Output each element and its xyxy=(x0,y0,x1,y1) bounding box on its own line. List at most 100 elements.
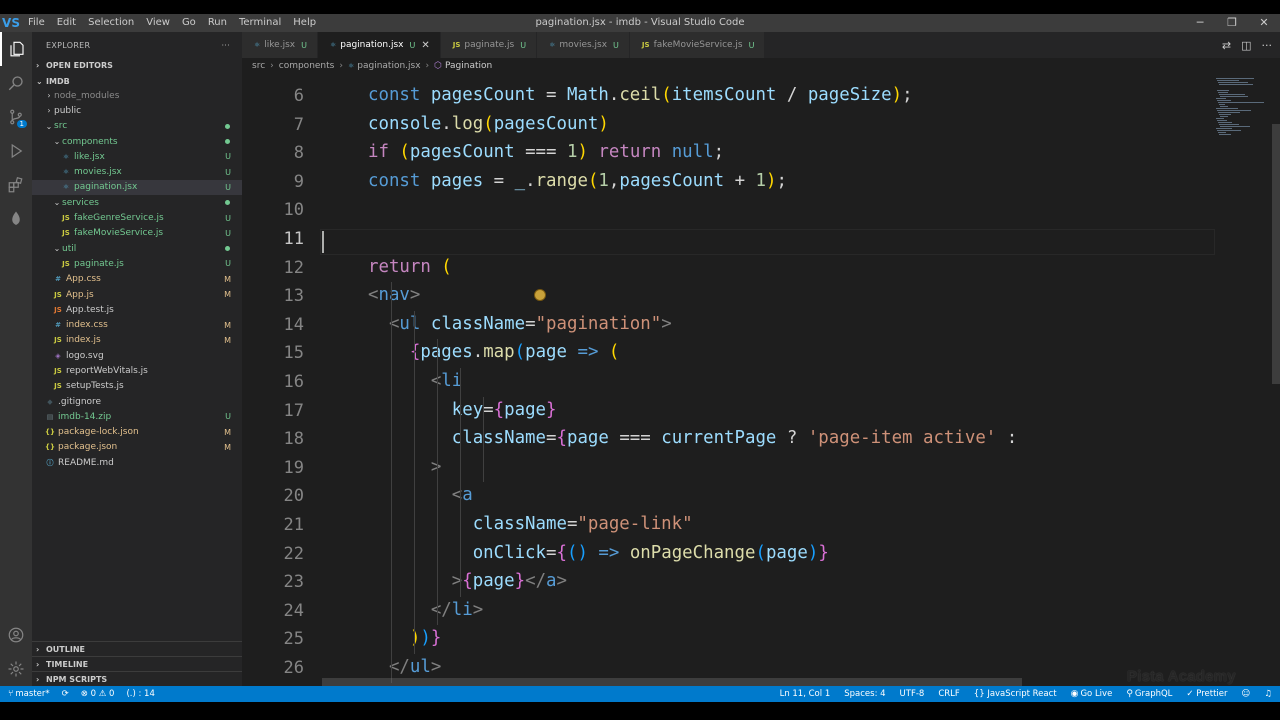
code-editor[interactable]: 6 7 8 9 10 11 12 13 14 15 16 17 18 19 20 21 22 23 24 25 26 c… xyxy=(242,74,1280,686)
code-line[interactable]: <li xyxy=(368,371,462,391)
language-mode[interactable]: {} JavaScript React xyxy=(974,689,1057,699)
prettier-status[interactable]: ✓ Prettier xyxy=(1186,689,1227,699)
minimize-button[interactable]: ─ xyxy=(1184,14,1216,32)
tab-fakemovieservice-js[interactable]: JS fakeMovieService.js U xyxy=(629,32,766,58)
menu-file[interactable]: File xyxy=(22,14,51,32)
minimap[interactable] xyxy=(1210,74,1266,686)
code-line[interactable]: className={page === currentPage ? 'page-… xyxy=(368,428,1017,448)
extensions-icon[interactable] xyxy=(0,168,32,202)
restore-button[interactable]: ❐ xyxy=(1216,14,1248,32)
manage-gear-icon[interactable] xyxy=(0,652,32,686)
tree-item-pagination-jsx[interactable]: ⚛ pagination.jsx U xyxy=(32,179,242,196)
notifications-bell-icon[interactable]: ♫ xyxy=(1264,689,1272,699)
tab-pagination-jsx[interactable]: ⚛ pagination.jsx U ✕ xyxy=(317,32,441,58)
outline-section[interactable]: › OUTLINE xyxy=(32,641,242,656)
selection-status[interactable]: (.) : 14 xyxy=(126,689,154,699)
code-line[interactable]: console.log(pagesCount) xyxy=(368,114,609,134)
menu-edit[interactable]: Edit xyxy=(51,14,82,32)
tree-item-fakegenreservice-js[interactable]: JS fakeGenreService.js U xyxy=(32,210,242,225)
tree-item-index-css[interactable]: # index.css M xyxy=(32,317,242,332)
menu-go[interactable]: Go xyxy=(176,14,202,32)
tree-item-index-js[interactable]: JS index.js M xyxy=(32,333,242,348)
menu-help[interactable]: Help xyxy=(287,14,322,32)
vertical-scrollbar[interactable] xyxy=(1270,74,1280,686)
open-changes-icon[interactable]: ⇄ xyxy=(1222,39,1231,52)
account-icon[interactable] xyxy=(0,618,32,652)
tree-item-paginate-js[interactable]: JS paginate.js U xyxy=(32,256,242,271)
code-line[interactable]: > xyxy=(368,457,441,477)
scrollbar-thumb[interactable] xyxy=(1272,124,1280,384)
explorer-more-icon[interactable]: ··· xyxy=(221,41,230,50)
code-line[interactable]: const pages = _.range(1,pagesCount + 1); xyxy=(368,171,787,191)
npm-scripts-section[interactable]: › NPM SCRIPTS xyxy=(32,671,242,686)
close-window-button[interactable]: ✕ xyxy=(1248,14,1280,32)
code-line[interactable]: key={page} xyxy=(368,400,557,420)
tree-item-package-lock-json[interactable]: {} package-lock.json M xyxy=(32,425,242,440)
breadcrumb-src[interactable]: src xyxy=(252,61,265,71)
source-control-icon[interactable]: 1 xyxy=(0,100,32,134)
code-line[interactable]: >{page}</a> xyxy=(368,571,567,591)
breadcrumb-components[interactable]: components xyxy=(279,61,335,71)
code-area[interactable]: const pagesCount = Math.ceil(itemsCount … xyxy=(322,74,1210,686)
tree-item-node-modules[interactable]: › node_modules xyxy=(32,88,242,103)
code-line[interactable]: ))} xyxy=(368,628,441,648)
code-line[interactable]: </ul> xyxy=(368,657,441,677)
code-line[interactable]: return ( xyxy=(368,257,452,277)
tab-like-jsx[interactable]: ⚛ like.jsx U xyxy=(242,32,318,58)
code-line[interactable]: className="page-link" xyxy=(368,514,693,534)
code-line[interactable]: <a xyxy=(368,485,473,505)
tab-movies-jsx[interactable]: ⚛ movies.jsx U xyxy=(537,32,630,58)
go-live-button[interactable]: ◉ Go Live xyxy=(1071,689,1113,699)
menu-view[interactable]: View xyxy=(140,14,176,32)
close-tab-icon[interactable]: ✕ xyxy=(421,40,429,51)
run-debug-icon[interactable] xyxy=(0,134,32,168)
tree-item-app-test-js[interactable]: JS App.test.js xyxy=(32,302,242,317)
tree-item-gitignore[interactable]: ◆ .gitignore xyxy=(32,394,242,409)
tree-item-movies-jsx[interactable]: ⚛ movies.jsx U xyxy=(32,164,242,179)
tree-item-services[interactable]: ⌄ services xyxy=(32,195,242,210)
end-of-line[interactable]: CRLF xyxy=(938,689,959,699)
tree-item-public[interactable]: › public xyxy=(32,103,242,118)
tree-item-setuptests-js[interactable]: JS setupTests.js xyxy=(32,379,242,394)
search-icon[interactable] xyxy=(0,66,32,100)
code-line[interactable]: <nav> xyxy=(368,285,420,305)
feedback-icon[interactable]: ☺ xyxy=(1242,689,1251,699)
code-line[interactable]: if (pagesCount === 1) return null; xyxy=(368,142,724,162)
breadcrumb-file[interactable]: pagination.jsx xyxy=(357,61,420,71)
more-actions-icon[interactable]: ··· xyxy=(1262,39,1273,52)
timeline-section[interactable]: › TIMELINE xyxy=(32,656,242,671)
mongodb-leaf-icon[interactable] xyxy=(0,202,32,236)
open-editors-section[interactable]: › OPEN EDITORS xyxy=(32,58,242,72)
tree-item-package-json[interactable]: {} package.json M xyxy=(32,440,242,455)
tree-item-fakemovieservice-js[interactable]: JS fakeMovieService.js U xyxy=(32,226,242,241)
tree-item-readme-md[interactable]: ⓘ README.md xyxy=(32,455,242,470)
tree-item-app-css[interactable]: # App.css M xyxy=(32,272,242,287)
tree-item-components[interactable]: ⌄ components xyxy=(32,134,242,149)
project-section[interactable]: ⌄ IMDB xyxy=(32,74,242,88)
menu-terminal[interactable]: Terminal xyxy=(233,14,287,32)
explorer-icon[interactable] xyxy=(0,32,32,66)
indentation[interactable]: Spaces: 4 xyxy=(844,689,885,699)
problems-status[interactable]: ⊗ 0 ⚠ 0 xyxy=(81,689,115,699)
menu-selection[interactable]: Selection xyxy=(82,14,140,32)
tree-item-util[interactable]: ⌄ util xyxy=(32,241,242,256)
horizontal-scrollbar[interactable] xyxy=(322,678,1022,686)
breadcrumb-symbol[interactable]: Pagination xyxy=(445,61,492,71)
sync-icon[interactable]: ⟳ xyxy=(62,689,69,699)
tab-paginate-js[interactable]: JS paginate.js U xyxy=(440,32,538,58)
menu-run[interactable]: Run xyxy=(202,14,233,32)
split-editor-icon[interactable]: ◫ xyxy=(1241,39,1251,52)
tree-item-app-js[interactable]: JS App.js M xyxy=(32,287,242,302)
tree-item-like-jsx[interactable]: ⚛ like.jsx U xyxy=(32,149,242,164)
tree-item-imdb-14-zip[interactable]: ▤ imdb-14.zip U xyxy=(32,409,242,424)
cursor-position[interactable]: Ln 11, Col 1 xyxy=(780,689,831,699)
tree-item-reportwebvitals-js[interactable]: JS reportWebVitals.js xyxy=(32,363,242,378)
branch-status[interactable]: ⑂ master* xyxy=(8,689,50,699)
tree-item-src[interactable]: ⌄ src xyxy=(32,119,242,134)
tree-item-logo-svg[interactable]: ◈ logo.svg xyxy=(32,348,242,363)
code-line[interactable]: </li> xyxy=(368,600,483,620)
code-line[interactable]: {pages.map(page => ( xyxy=(368,342,620,362)
code-line[interactable]: const pagesCount = Math.ceil(itemsCount … xyxy=(368,85,913,105)
graphql-status[interactable]: ⚲ GraphQL xyxy=(1126,689,1172,699)
encoding[interactable]: UTF-8 xyxy=(900,689,925,699)
